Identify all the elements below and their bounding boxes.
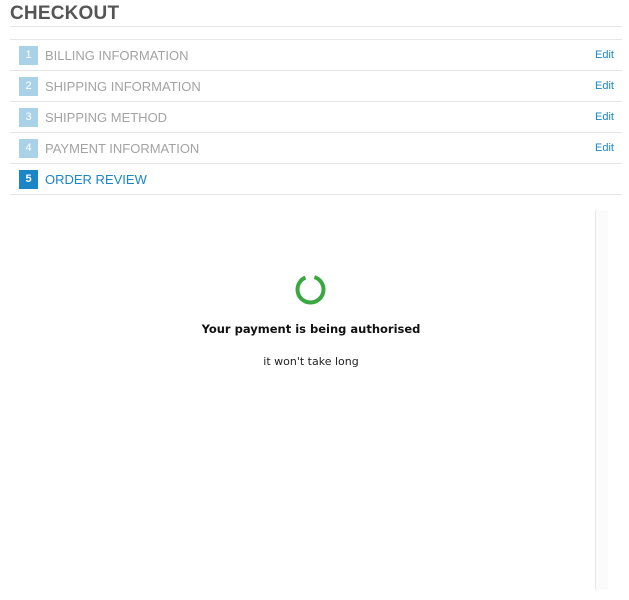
checkout-page: CHECKOUT 1 BILLING INFORMATION Edit 2 SH…	[0, 0, 629, 600]
step-number-badge: 4	[19, 139, 38, 158]
step-label[interactable]: SHIPPING INFORMATION	[45, 79, 201, 94]
step-number-badge: 2	[19, 77, 38, 96]
title-divider	[10, 26, 622, 27]
edit-billing-link[interactable]: Edit	[595, 48, 614, 63]
step-label[interactable]: SHIPPING METHOD	[45, 110, 167, 125]
step-shipping-method[interactable]: 3 SHIPPING METHOD Edit	[10, 102, 622, 133]
step-label[interactable]: BILLING INFORMATION	[45, 48, 189, 63]
scrollbar[interactable]	[595, 210, 608, 590]
step-order-review: 5 ORDER REVIEW	[10, 164, 622, 195]
payment-status-title: Your payment is being authorised	[201, 322, 421, 336]
payment-status-subtitle: it won't take long	[263, 355, 359, 368]
step-number-badge: 3	[19, 108, 38, 127]
step-payment-information[interactable]: 4 PAYMENT INFORMATION Edit	[10, 133, 622, 164]
step-label[interactable]: PAYMENT INFORMATION	[45, 141, 199, 156]
loading-spinner-icon	[295, 274, 326, 305]
step-number-badge: 1	[19, 46, 38, 65]
step-label: ORDER REVIEW	[45, 172, 147, 187]
edit-shipping-method-link[interactable]: Edit	[595, 110, 614, 125]
page-title: CHECKOUT	[10, 3, 120, 24]
edit-payment-link[interactable]: Edit	[595, 141, 614, 156]
step-number-badge: 5	[19, 170, 38, 189]
payment-status-panel: Your payment is being authorised it won'…	[10, 210, 596, 590]
step-billing-information[interactable]: 1 BILLING INFORMATION Edit	[10, 40, 622, 71]
edit-shipping-information-link[interactable]: Edit	[595, 79, 614, 94]
step-shipping-information[interactable]: 2 SHIPPING INFORMATION Edit	[10, 71, 622, 102]
checkout-steps: 1 BILLING INFORMATION Edit 2 SHIPPING IN…	[10, 39, 622, 195]
